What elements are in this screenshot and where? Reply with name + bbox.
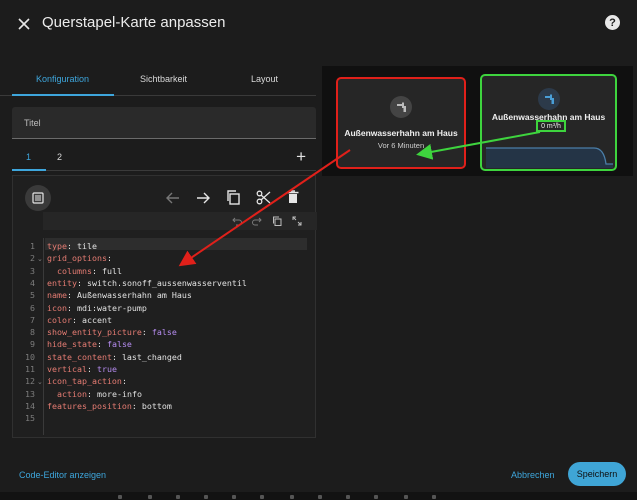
editor-tabs: Konfiguration Sichtbarkeit Layout: [0, 66, 316, 96]
code-editor-toolbar: [43, 212, 317, 230]
add-card-button[interactable]: +: [296, 147, 306, 167]
line-number: 5: [30, 290, 35, 301]
tile-name: Außenwasserhahn am Haus: [344, 128, 458, 138]
fold-chevron-icon[interactable]: ⌄: [37, 378, 43, 386]
line-number: 13: [25, 388, 35, 399]
copy-icon[interactable]: [224, 188, 242, 206]
fold-chevron-icon[interactable]: ⌄: [37, 255, 43, 263]
preview-tile-card-vertical[interactable]: Außenwasserhahn am Haus Vor 6 Minuten: [336, 77, 466, 169]
line-number: 15: [25, 413, 35, 424]
taskbar-icon[interactable]: [232, 495, 236, 499]
taskbar-icon[interactable]: [432, 495, 436, 499]
active-tab-indicator: [12, 94, 114, 96]
copy-small-icon[interactable]: [271, 215, 283, 227]
line-number: 6: [30, 302, 35, 313]
code-line: type: tile: [47, 241, 97, 251]
edit-card-dialog: Querstapel-Karte anpassen ? Konfiguratio…: [0, 0, 637, 492]
tab-layout[interactable]: Layout: [212, 74, 317, 84]
water-pump-icon[interactable]: [390, 96, 412, 118]
card-subtabs: 1 2 +: [12, 143, 316, 171]
line-number: 12: [25, 376, 35, 387]
arrow-right-icon[interactable]: [194, 190, 212, 206]
code-line: state_content: last_changed: [47, 351, 182, 362]
line-number: 11: [25, 364, 35, 374]
tile-state: Vor 6 Minuten: [377, 141, 425, 150]
line-number: 7: [30, 314, 35, 325]
close-icon[interactable]: [13, 13, 35, 35]
line-number: 10: [25, 351, 35, 362]
taskbar-icon[interactable]: [404, 495, 408, 499]
save-button[interactable]: Speichern: [568, 462, 626, 486]
subtab-1[interactable]: 1: [26, 152, 31, 162]
redo-icon[interactable]: [251, 215, 263, 227]
line-number: 2: [30, 253, 35, 264]
delete-icon[interactable]: [284, 188, 302, 206]
code-line: action: more-info: [57, 388, 142, 399]
code-line: columns: full: [57, 265, 122, 276]
code-line: icon_tap_action:: [47, 376, 127, 387]
cancel-button[interactable]: Abbrechen: [511, 470, 555, 480]
history-graph: [486, 147, 613, 168]
fullscreen-icon[interactable]: [291, 215, 303, 227]
code-line: vertical: true: [47, 364, 117, 374]
undo-icon[interactable]: [231, 215, 243, 227]
line-number: 4: [30, 277, 35, 288]
code-line: features_position: bottom: [47, 400, 172, 411]
card-preview: Außenwasserhahn am Haus Vor 6 Minuten Au…: [322, 66, 633, 176]
active-subtab-indicator: [12, 169, 46, 171]
water-pump-icon[interactable]: [538, 88, 560, 110]
code-line: show_entity_picture: false: [47, 327, 177, 338]
card-editor: 1 type: tile 2 ⌄ grid_options: 3 columns: ful…: [12, 175, 317, 438]
tab-konfiguration[interactable]: Konfiguration: [10, 74, 115, 84]
code-line: entity: switch.sonoff_aussenwasserventil: [47, 277, 247, 288]
code-line: name: Außenwasserhahn am Haus: [47, 290, 192, 301]
taskbar-icon[interactable]: [374, 495, 378, 499]
dialog-header: Querstapel-Karte anpassen ?: [0, 0, 637, 48]
taskbar-icon[interactable]: [118, 495, 122, 499]
taskbar-icon[interactable]: [260, 495, 264, 499]
line-number: 9: [30, 339, 35, 350]
tab-sichtbarkeit[interactable]: Sichtbarkeit: [111, 74, 216, 84]
taskbar-icon[interactable]: [148, 495, 152, 499]
preview-tile-card-horizontal[interactable]: Außenwasserhahn am Haus 0 m³/h: [480, 74, 617, 171]
taskbar-icon[interactable]: [290, 495, 294, 499]
yaml-code-editor[interactable]: 1 type: tile 2 ⌄ grid_options: 3 columns: ful…: [13, 238, 315, 435]
line-number: 14: [25, 400, 35, 411]
taskbar-icon[interactable]: [318, 495, 322, 499]
taskbar: [0, 492, 637, 500]
cut-icon[interactable]: [254, 188, 272, 206]
code-line: hide_state: false: [47, 339, 132, 350]
code-line: color: accent: [47, 314, 112, 325]
taskbar-icon[interactable]: [346, 495, 350, 499]
code-line: grid_options:: [47, 253, 112, 264]
taskbar-icon[interactable]: [176, 495, 180, 499]
arrow-left-icon[interactable]: [164, 190, 182, 206]
show-code-editor-link[interactable]: Code-Editor anzeigen: [19, 470, 106, 480]
taskbar-icon[interactable]: [204, 495, 208, 499]
help-icon[interactable]: ?: [605, 15, 620, 30]
title-input[interactable]: Titel: [12, 107, 316, 139]
line-number: 3: [30, 265, 35, 276]
line-number: 1: [30, 241, 35, 251]
gutter-divider: [43, 238, 44, 435]
card-picker-icon[interactable]: [25, 185, 51, 211]
code-line: icon: mdi:water-pump: [47, 302, 147, 313]
tile-state: 0 m³/h: [536, 120, 566, 132]
line-number: 8: [30, 327, 35, 338]
dialog-title: Querstapel-Karte anpassen: [42, 14, 226, 31]
title-input-label: Titel: [24, 118, 41, 128]
subtab-2[interactable]: 2: [57, 152, 62, 162]
